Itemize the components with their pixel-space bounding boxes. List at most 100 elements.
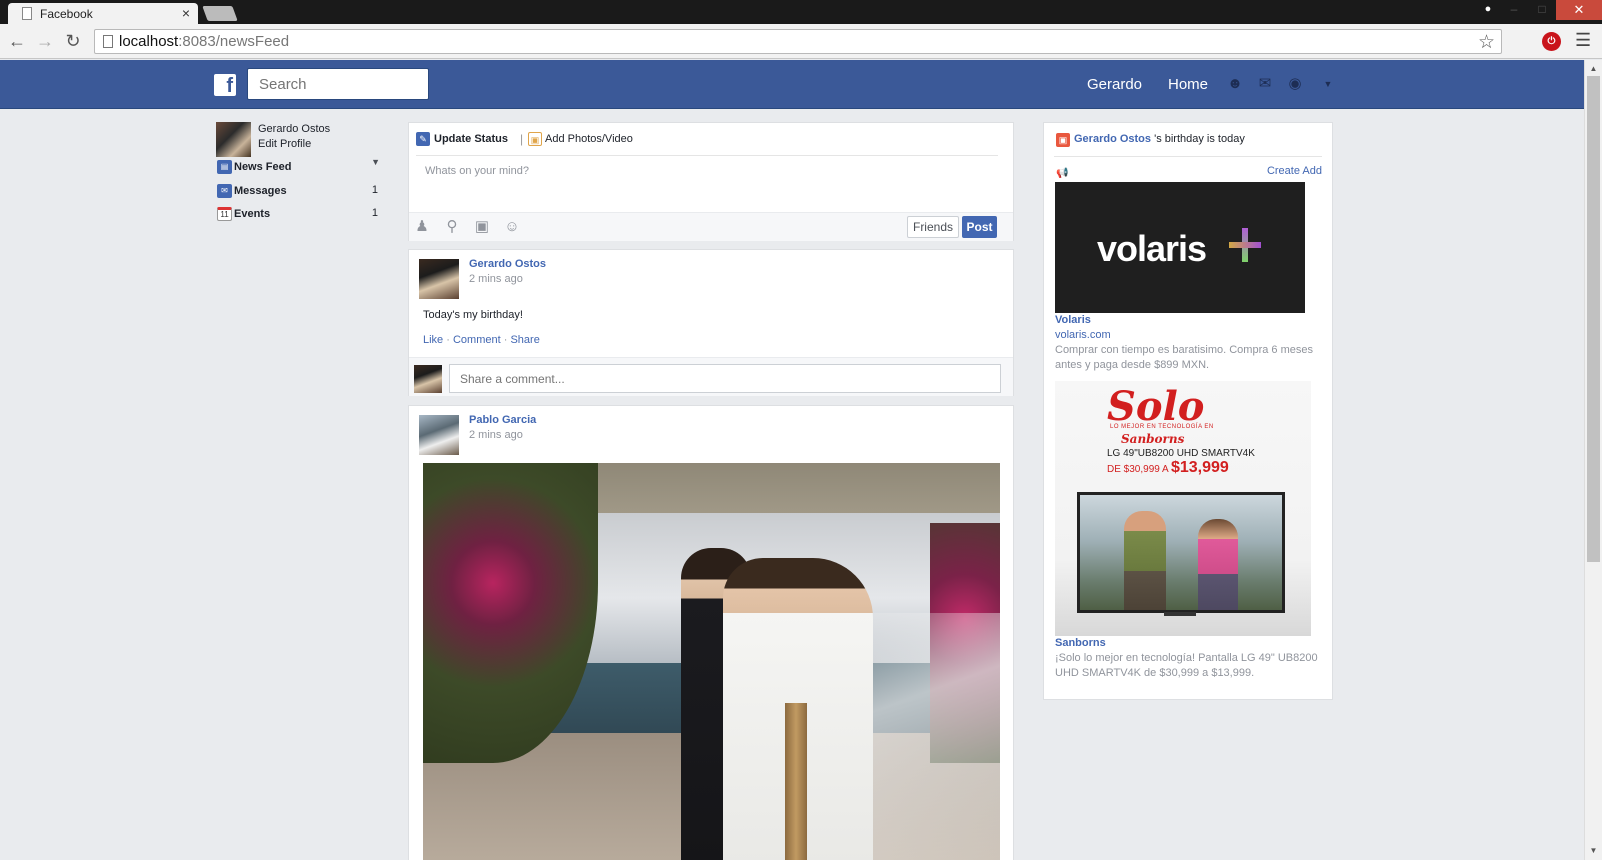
tag-friends-icon[interactable]: ♟ — [413, 218, 431, 236]
banner-tagline: LO MEJOR EN TECNOLOGÍA EN — [1110, 424, 1214, 430]
post-text: Today's my birthday! — [423, 309, 523, 321]
profile-name[interactable]: Gerardo Ostos — [258, 123, 330, 135]
emoji-icon[interactable]: ☺ — [503, 218, 521, 236]
author-avatar[interactable] — [419, 259, 459, 299]
messages-icon[interactable]: ✉ — [1255, 75, 1275, 93]
location-pin-icon[interactable]: ⚲ — [443, 218, 461, 236]
search-input[interactable] — [247, 68, 429, 100]
tv-screen — [1080, 495, 1282, 610]
ad-title[interactable]: Sanborns — [1055, 637, 1106, 649]
sanborns-ad-image[interactable]: Solo LO MEJOR EN TECNOLOGÍA EN Sanborns … — [1055, 381, 1311, 636]
calendar-icon: 11 — [217, 207, 232, 221]
browser-titlebar: Facebook × ● – □ ✕ — [0, 0, 1602, 24]
caret-down-icon[interactable]: ▼ — [371, 157, 380, 167]
gift-icon: ▣ — [1056, 133, 1070, 147]
sidebar-item-news-feed[interactable]: ▤ News Feed ▼ — [216, 157, 386, 177]
birthday-person-link[interactable]: Gerardo Ostos — [1074, 133, 1151, 145]
post-timestamp[interactable]: 2 mins ago — [469, 429, 523, 441]
tv-stand — [1164, 612, 1196, 616]
bookmark-star-icon[interactable]: ☆ — [1478, 31, 1495, 54]
status-input[interactable]: Whats on your mind? — [425, 165, 529, 177]
comment-input[interactable] — [449, 364, 1001, 393]
create-ad-link[interactable]: Create Add — [1267, 165, 1322, 177]
page-favicon-icon — [22, 7, 32, 20]
composer-actions: ♟ ⚲ ▣ ☺ Friends Post — [409, 212, 1013, 241]
author-avatar[interactable] — [419, 415, 459, 455]
post-author[interactable]: Gerardo Ostos — [469, 258, 546, 270]
scroll-down-icon[interactable]: ▼ — [1585, 844, 1602, 858]
sidebar-item-events[interactable]: 11 Events 1 — [216, 206, 386, 224]
tv-hiker-man — [1124, 511, 1166, 610]
facebook-logo-icon[interactable]: f — [214, 74, 236, 96]
tab-add-photos[interactable]: Add Photos/Video — [545, 133, 633, 145]
tv-hiker-woman — [1198, 519, 1238, 610]
post-author[interactable]: Pablo Garcia — [469, 414, 536, 426]
events-count: 1 — [371, 207, 378, 219]
tab-update-status[interactable]: Update Status — [434, 133, 508, 145]
account-dropdown-icon[interactable]: ▼ — [1318, 75, 1338, 93]
photo-icon: ▣ — [528, 132, 542, 146]
messages-icon: ✉ — [217, 184, 232, 198]
post-button[interactable]: Post — [962, 216, 997, 238]
close-window-icon[interactable]: ✕ — [1556, 0, 1602, 20]
birthday-suffix: 's birthday is today — [1151, 133, 1245, 145]
like-link[interactable]: Like — [423, 334, 443, 346]
tv-image — [1077, 492, 1285, 613]
share-link[interactable]: Share — [510, 334, 539, 346]
post-card: Gerardo Ostos 2 mins ago Today's my birt… — [408, 249, 1014, 396]
browser-menu-icon[interactable]: ☰ — [1575, 30, 1591, 51]
news-feed-icon: ▤ — [217, 160, 232, 174]
home-link[interactable]: Home — [1168, 76, 1208, 93]
camera-icon[interactable]: ▣ — [473, 218, 491, 236]
status-composer: ✎ Update Status | ▣ Add Photos/Video Wha… — [408, 122, 1014, 241]
ad-description: Comprar con tiempo es baratisimo. Compra… — [1055, 344, 1313, 371]
ad-title[interactable]: Volaris — [1055, 314, 1091, 326]
sidebar-item-label: Events — [234, 208, 271, 220]
globe-notifications-icon[interactable]: ◉ — [1285, 75, 1305, 93]
photo-rope-post — [785, 703, 807, 860]
profile-thumbnail[interactable] — [216, 122, 251, 157]
birthday-reminder: Gerardo Ostos 's birthday is today — [1074, 133, 1245, 145]
reload-icon[interactable]: ↻ — [62, 30, 84, 52]
new-price: $13,999 — [1170, 459, 1229, 476]
comment-bar — [409, 357, 1013, 396]
minimize-icon[interactable]: – — [1500, 0, 1528, 20]
messages-count: 1 — [371, 184, 378, 196]
sidebar-item-messages[interactable]: ✉ Messages 1 — [216, 183, 386, 201]
page-icon — [103, 35, 113, 48]
divider — [1054, 156, 1322, 157]
banner-price: DE $30,999 A $13,999 — [1107, 459, 1229, 477]
forward-arrow-icon[interactable]: → — [34, 30, 56, 52]
edit-profile-link[interactable]: Edit Profile — [258, 138, 311, 150]
address-bar[interactable]: localhost:8083/newsFeed ☆ — [94, 29, 1502, 54]
profile-link[interactable]: Gerardo — [1087, 76, 1142, 93]
scroll-thumb[interactable] — [1587, 76, 1600, 562]
extension-icon[interactable]: ⏻ — [1542, 32, 1561, 51]
tab-title: Facebook — [40, 7, 93, 21]
post-card: Pablo Garcia 2 mins ago — [408, 405, 1014, 860]
volaris-logo: volaris — [1097, 228, 1207, 269]
new-tab-button[interactable] — [202, 6, 238, 21]
pencil-icon: ✎ — [416, 132, 430, 146]
post-timestamp[interactable]: 2 mins ago — [469, 273, 523, 285]
facebook-header: f Gerardo Home ☻ ✉ ◉ ▼ — [0, 60, 1584, 109]
post-photo[interactable] — [423, 463, 1000, 860]
friend-requests-icon[interactable]: ☻ — [1225, 75, 1245, 93]
ad-url[interactable]: volaris.com — [1055, 329, 1111, 341]
profile-icon[interactable]: ● — [1476, 0, 1500, 20]
browser-tab[interactable]: Facebook × — [8, 3, 198, 24]
back-arrow-icon[interactable]: ← — [6, 30, 28, 52]
post-actions: Like · Comment · Share — [423, 334, 540, 346]
separator-dot: · — [446, 334, 453, 346]
tab-close-icon[interactable]: × — [182, 5, 190, 21]
volaris-ad-image[interactable]: volaris — [1055, 182, 1305, 313]
tab-separator: | — [520, 132, 524, 146]
old-price: DE $30,999 A — [1107, 464, 1171, 475]
audience-button[interactable]: Friends — [907, 216, 959, 238]
sanborns-logo: Sanborns — [1121, 432, 1185, 446]
comment-link[interactable]: Comment — [453, 334, 501, 346]
page-scrollbar[interactable]: ▲ ▼ — [1584, 60, 1602, 860]
scroll-up-icon[interactable]: ▲ — [1585, 62, 1602, 76]
maximize-icon[interactable]: □ — [1528, 0, 1556, 20]
sidebar-item-label: News Feed — [234, 161, 292, 173]
